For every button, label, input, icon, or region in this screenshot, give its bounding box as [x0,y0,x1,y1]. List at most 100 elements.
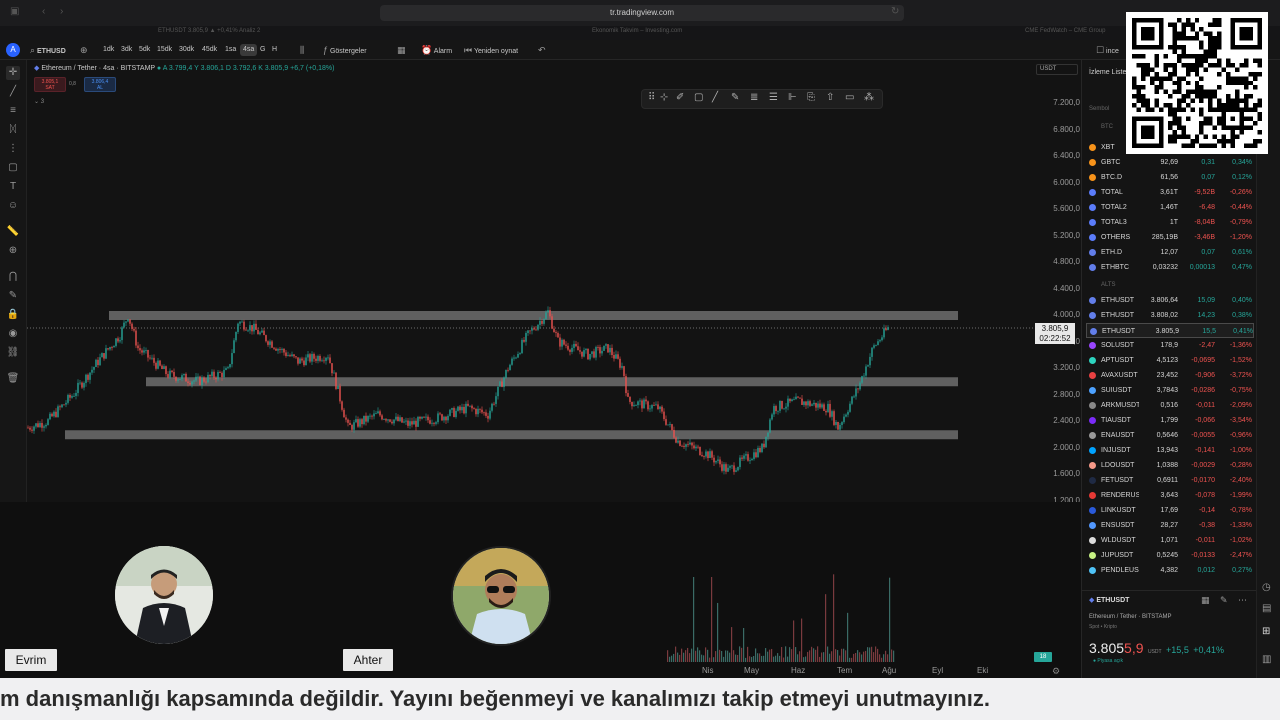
interval-5dk[interactable]: 5dk [139,44,150,56]
browser-tab[interactable]: Ekonomik Takvim – Investing.com [592,28,682,38]
watchlist-row[interactable]: ENAUSDT 0,5646 -0,0055 -0,96% [1086,428,1254,443]
watchlist-row[interactable]: GBTC 92,69 0,31 0,34% [1086,155,1254,170]
browser-tab[interactable]: ETHUSDT 3.805,9 ▲ +0,41% Analiz 2 [158,28,260,38]
sidebar-toggle-icon[interactable]: ▣ [10,6,19,17]
currency-selector[interactable]: USDT [1036,64,1078,75]
undo-icon[interactable]: ↶ [538,44,546,56]
watchlist-row[interactable]: TIAUSDT 1,799 -0,066 -3,54% [1086,413,1254,428]
interval-h[interactable]: H [272,44,277,56]
ruler-icon[interactable]: 📏 [6,225,20,239]
interval-1dk[interactable]: 1dk [103,44,114,56]
apps-grid-icon[interactable]: ⊞ [1262,626,1270,637]
watchlist-row[interactable]: ETHBTC 0,03232 0,00013 0,47% [1086,260,1254,275]
edit-icon[interactable]: ✎ [1220,595,1228,606]
layout-search[interactable]: ☐ ince [1096,44,1119,56]
interval-g[interactable]: G [260,44,265,56]
watchlist-row[interactable]: ARKMUSDT 0,516 -0,011 -2,09% [1086,398,1254,413]
fib-tool-icon[interactable]: ≣ [750,92,758,103]
browser-tab[interactable]: CME FedWatch – CME Group [1025,28,1105,38]
settings-gear-icon[interactable]: ⚙ [1052,666,1060,677]
alarm-button[interactable]: ⏰ Alarm [421,44,452,56]
watchlist-row[interactable]: APTUSDT 4,5123 -0,0695 -1,52% [1086,353,1254,368]
emoji-icon[interactable]: ☺ [6,199,20,213]
interval-30dk[interactable]: 30dk [179,44,194,56]
column-symbol-header[interactable]: Sembol [1089,106,1109,112]
link-icon[interactable]: ⛓ [6,346,20,360]
back-icon[interactable]: ‹ [42,6,45,17]
pen-icon[interactable]: ✎ [731,92,739,103]
watchlist-row[interactable]: ETHUSDT 3.805,9 15,5 0,41% [1086,323,1254,338]
more-icon[interactable]: ⋯ [1238,595,1247,606]
watchlist-row[interactable]: ENSUSDT 28,27 -0,38 -1,33% [1086,518,1254,533]
watchlist-row[interactable]: TOTAL3 1T -8,04B -0,79% [1086,215,1254,230]
crosshair-tool-icon[interactable]: ⊹ [660,92,668,103]
text-icon[interactable]: T [6,180,20,194]
watchlist-row[interactable]: ETHUSDT 3.808,02 14,23 0,38% [1086,308,1254,323]
replay-button[interactable]: ⏮ Yeniden oynat [464,44,518,56]
fib-icon[interactable]: ≡ [6,104,20,118]
pattern-icon[interactable]: ᛞ [6,123,20,137]
interval-3dk[interactable]: 3dk [121,44,132,56]
watchlist-row[interactable]: TOTAL2 1,46T -6,48 -0,44% [1086,200,1254,215]
sell-button[interactable]: 3.805,1 SAT [34,77,66,92]
watchlist-row[interactable]: TOTAL 3,61T -9,52B -0,26% [1086,185,1254,200]
reload-icon[interactable]: ↻ [891,6,899,17]
watchlist-row[interactable]: BTC.D 61,56 0,07 0,12% [1086,170,1254,185]
layout-grid-icon[interactable]: ▦ [397,44,406,56]
user-avatar-icon[interactable]: A [6,43,20,57]
eye-icon[interactable]: ◉ [6,327,20,341]
detail-symbol[interactable]: ◆ ETHUSDT [1089,596,1129,604]
forward-icon[interactable]: › [60,6,63,17]
shape-tool-icon[interactable]: ⇧ [826,92,834,103]
address-bar[interactable]: tr.tradingview.com [380,5,904,21]
watchlist-row[interactable]: PENDLEUSDT 4,382 0,012 0,27% [1086,563,1254,578]
trendline-icon[interactable]: ╱ [6,85,20,99]
drag-handle-icon[interactable]: ⠿ [648,92,655,103]
watchlist-row[interactable]: SUIUSDT 3,7843 -0,0286 -0,75% [1086,383,1254,398]
section-alts-header[interactable]: ALTS [1101,282,1116,288]
shape-icon[interactable]: ▢ [6,161,20,175]
watchlist-row[interactable]: LDOUSDT 1,0388 -0,0029 -0,28% [1086,458,1254,473]
line-tool-icon[interactable]: ╱ [712,92,718,103]
watchlist-row[interactable]: LINKUSDT 17,69 -0,14 -0,78% [1086,503,1254,518]
settings-line-icon[interactable]: ☰ [769,92,778,103]
grid-view-icon[interactable]: ▦ [1201,595,1210,606]
watchlist-row[interactable]: AVAXUSDT 23,452 -0,906 -3,72% [1086,368,1254,383]
watchlist-row[interactable]: ETHUSDT 3.806,64 15,09 0,40% [1086,293,1254,308]
clock-icon[interactable]: ◷ [1262,582,1271,593]
crosshair-icon[interactable]: ✛ [6,66,20,80]
rectangle-icon[interactable]: ▢ [694,92,703,103]
trash-icon[interactable]: 🗑 [6,372,20,386]
zoom-icon[interactable]: ⊕ [6,244,20,258]
lock-icon[interactable]: 🔒 [6,308,20,322]
calendar-icon[interactable]: ▤ [1262,603,1271,614]
lock-drawings-icon[interactable]: ✎ [6,289,20,303]
magnet-icon[interactable]: ⋂ [6,270,20,284]
interval-15dk[interactable]: 15dk [157,44,172,56]
section-btc-header[interactable]: BTC [1101,124,1113,130]
indicator-toggle[interactable]: ⌄ 3 [34,98,44,105]
brush-icon[interactable]: ✐ [676,92,684,103]
note-icon[interactable]: ▭ [845,92,854,103]
buy-button[interactable]: 3.806,4 AL [84,77,116,92]
watchlist-row[interactable]: OTHERS 285,19B -3,46B -1,20% [1086,230,1254,245]
chart-icon[interactable]: ▥ [1262,654,1271,665]
symbol-search[interactable]: ⌕ ETHUSD [30,44,66,56]
pattern-tool-icon[interactable]: ⎘ [807,92,815,103]
watchlist-row[interactable]: ETH.D 12,07 0,07 0,61% [1086,245,1254,260]
forecast-tool-icon[interactable]: ⊩ [788,92,797,103]
interval-45dk[interactable]: 45dk [202,44,217,56]
watchlist-row[interactable]: WLDUSDT 1,071 -0,011 -1,02% [1086,533,1254,548]
watchlist-row[interactable]: SOLUSDT 178,9 -2,47 -1,36% [1086,338,1254,353]
more-tools-icon[interactable]: ⁂ [864,92,874,103]
candle-type-icon[interactable]: ⫼ [300,44,304,56]
watchlist-row[interactable]: RENDERUSDT 3,643 -0,078 -1,99% [1086,488,1254,503]
indicators-button[interactable]: ƒ Göstergeler [323,44,367,56]
watchlist-row[interactable]: INJUSDT 13,943 -0,141 -1,00% [1086,443,1254,458]
interval-4sa[interactable]: 4sa [240,44,258,56]
compare-icon[interactable]: ⊕ [80,44,88,56]
forecast-icon[interactable]: ⋮ [6,142,20,156]
watchlist-row[interactable]: JUPUSDT 0,5245 -0,0133 -2,47% [1086,548,1254,563]
watchlist-row[interactable]: FETUSDT 0,6911 -0,0170 -2,40% [1086,473,1254,488]
interval-1sa[interactable]: 1sa [225,44,236,56]
